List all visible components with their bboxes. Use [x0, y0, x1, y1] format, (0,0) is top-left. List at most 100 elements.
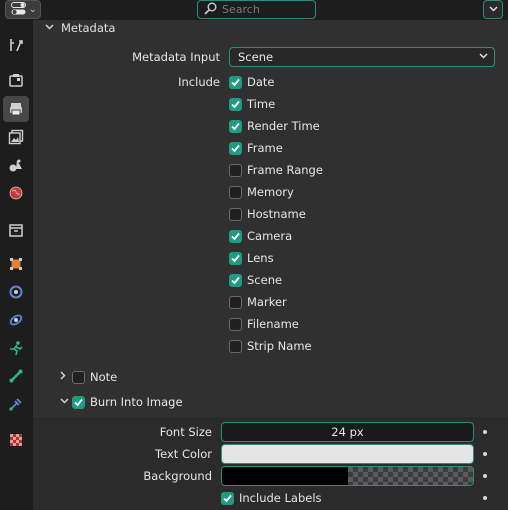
- constraints-icon: [9, 369, 23, 383]
- include-item-label: Filename: [247, 317, 299, 331]
- tab-tool[interactable]: [3, 32, 29, 58]
- animate-property-icon[interactable]: [483, 430, 487, 434]
- tab-view-layer[interactable]: [3, 124, 29, 150]
- include-item-label: Frame: [247, 141, 283, 155]
- include-item-checkbox[interactable]: [229, 207, 242, 221]
- include-item-row[interactable]: Lens: [229, 248, 274, 268]
- include-item-checkbox[interactable]: [229, 273, 242, 287]
- include-item-row[interactable]: Date: [229, 72, 275, 92]
- include-item-label: Time: [247, 97, 276, 111]
- text-color-swatch[interactable]: [221, 444, 474, 464]
- include-item-label: Camera: [247, 229, 293, 243]
- metadata-input-label: Metadata Input: [132, 50, 220, 64]
- tab-render[interactable]: [3, 67, 29, 93]
- tool-icon: [10, 39, 23, 52]
- include-item-label: Scene: [247, 273, 283, 287]
- metadata-panel: Metadata Metadata Input Scene Include Da…: [33, 20, 508, 510]
- include-item-checkbox[interactable]: [229, 97, 242, 111]
- include-item-row[interactable]: Frame: [229, 138, 283, 158]
- include-item-row[interactable]: Marker: [229, 292, 287, 312]
- metadata-panel-title: Metadata: [61, 21, 116, 35]
- include-labels-label: Include Labels: [239, 491, 322, 505]
- include-item-row[interactable]: Frame Range: [229, 160, 323, 180]
- tab-physics[interactable]: [3, 335, 29, 361]
- tab-constraints[interactable]: [3, 363, 29, 389]
- include-labels-checkbox[interactable]: [221, 491, 234, 505]
- animate-property-icon[interactable]: [483, 452, 487, 456]
- metadata-input-value: Scene: [238, 50, 274, 64]
- animate-property-icon[interactable]: [483, 474, 487, 478]
- background-label: Background: [143, 469, 212, 483]
- tab-object[interactable]: [3, 251, 29, 277]
- include-item-row[interactable]: Hostname: [229, 204, 306, 224]
- properties-editor-icon: [11, 1, 26, 18]
- include-item-label: Strip Name: [247, 339, 312, 353]
- physics-icon: [10, 341, 23, 356]
- include-item-row[interactable]: Render Time: [229, 116, 320, 136]
- options-dropdown-button[interactable]: [483, 0, 503, 19]
- search-input[interactable]: Search: [197, 0, 316, 19]
- include-item-row[interactable]: Scene: [229, 270, 282, 290]
- tab-modifiers[interactable]: [3, 279, 29, 305]
- font-size-field[interactable]: 24 px: [221, 422, 474, 442]
- chevron-down-icon: [45, 23, 54, 33]
- tab-scene[interactable]: [3, 152, 29, 178]
- include-item-row[interactable]: Time: [229, 94, 275, 114]
- include-item-row[interactable]: Memory: [229, 182, 294, 202]
- include-label: Include: [178, 75, 220, 89]
- font-size-label: Font Size: [159, 425, 212, 439]
- world-icon: [9, 186, 23, 200]
- include-item-checkbox[interactable]: [229, 163, 242, 177]
- include-item-checkbox[interactable]: [229, 185, 242, 199]
- background-color-solid: [222, 467, 348, 485]
- include-item-checkbox[interactable]: [229, 295, 242, 309]
- tab-texture[interactable]: [3, 427, 29, 453]
- data-icon: [9, 398, 22, 411]
- include-item-checkbox[interactable]: [229, 119, 242, 133]
- metadata-panel-header[interactable]: Metadata: [33, 20, 508, 36]
- include-labels-row[interactable]: Include Labels: [221, 488, 322, 508]
- search-icon: [204, 2, 217, 18]
- include-item-row[interactable]: Strip Name: [229, 336, 312, 356]
- modifiers-icon: [9, 285, 23, 299]
- view-layer-icon: [8, 129, 24, 145]
- output-icon: [10, 103, 22, 116]
- include-item-row[interactable]: Filename: [229, 314, 299, 334]
- include-item-label: Frame Range: [247, 163, 323, 177]
- burn-into-image-label: Burn Into Image: [90, 395, 183, 409]
- tab-world[interactable]: [3, 180, 29, 206]
- include-item-checkbox[interactable]: [229, 75, 242, 89]
- tab-data[interactable]: [3, 391, 29, 417]
- include-item-label: Lens: [247, 251, 274, 265]
- include-item-checkbox[interactable]: [229, 317, 242, 331]
- background-color-alpha-checker: [347, 467, 473, 485]
- object-icon: [10, 258, 22, 270]
- animate-property-icon[interactable]: [483, 496, 487, 500]
- note-subpanel-header[interactable]: Note: [33, 366, 508, 388]
- include-item-label: Date: [247, 75, 275, 89]
- editor-type-button[interactable]: ⌄: [5, 0, 41, 19]
- chevron-down-icon: [479, 52, 488, 62]
- burn-into-image-subpanel-header[interactable]: Burn Into Image: [33, 391, 508, 413]
- burn-into-image-checkbox[interactable]: [72, 395, 85, 409]
- include-item-label: Memory: [247, 185, 294, 199]
- font-size-value: 24 px: [331, 425, 364, 439]
- include-item-checkbox[interactable]: [229, 339, 242, 353]
- include-item-label: Hostname: [247, 207, 306, 221]
- render-icon: [9, 74, 23, 87]
- tab-particles[interactable]: [3, 307, 29, 333]
- include-item-row[interactable]: Camera: [229, 226, 292, 246]
- tab-output[interactable]: [3, 96, 29, 122]
- tab-collection[interactable]: [3, 217, 29, 243]
- include-item-label: Render Time: [247, 119, 320, 133]
- text-color-label: Text Color: [155, 447, 212, 461]
- particles-icon: [9, 314, 23, 326]
- background-color-swatch[interactable]: [221, 466, 474, 486]
- note-label: Note: [90, 370, 118, 384]
- include-item-checkbox[interactable]: [229, 229, 242, 243]
- include-item-checkbox[interactable]: [229, 251, 242, 265]
- properties-header: ⌄ Search: [0, 0, 508, 20]
- note-checkbox[interactable]: [72, 370, 85, 384]
- include-item-checkbox[interactable]: [229, 141, 242, 155]
- metadata-input-dropdown[interactable]: Scene: [229, 47, 495, 67]
